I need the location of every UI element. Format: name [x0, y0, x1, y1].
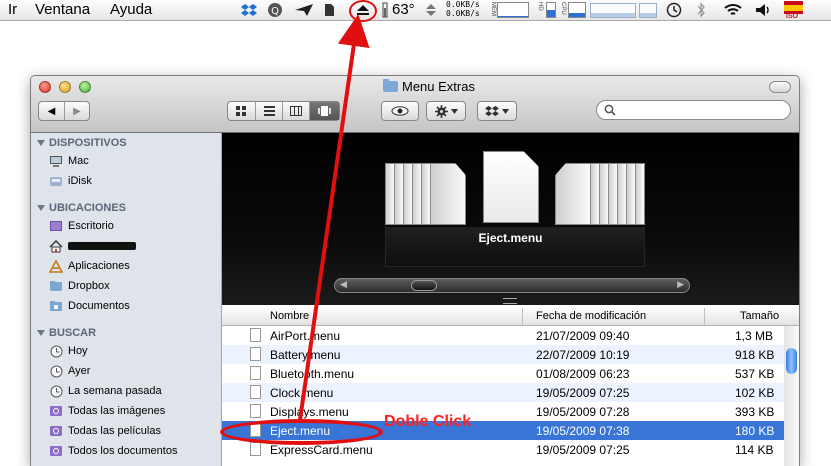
- annotation-label: Doble Click: [384, 413, 472, 430]
- annotation-arrow: [298, 14, 370, 421]
